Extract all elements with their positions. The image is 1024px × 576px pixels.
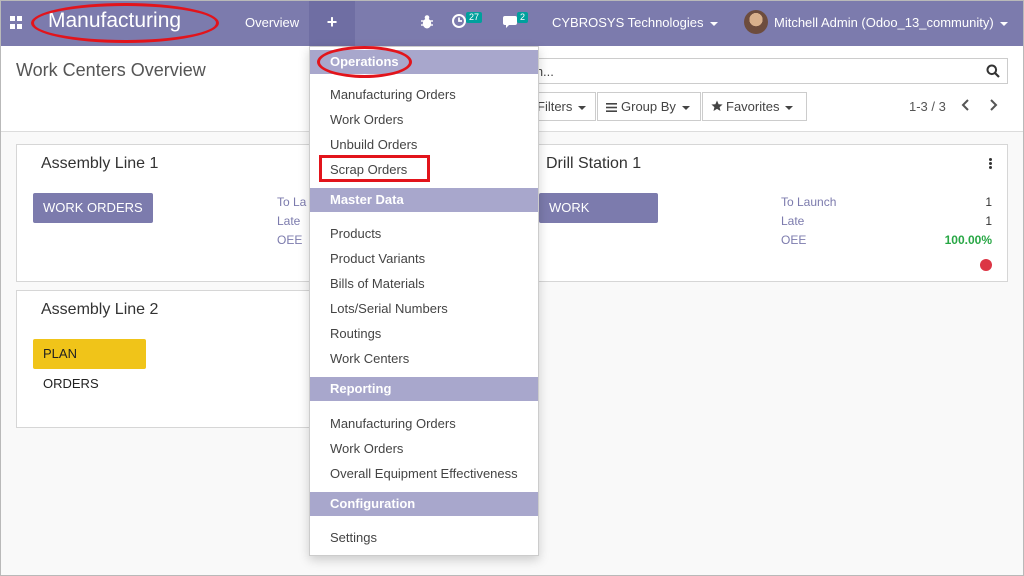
menu-item-products[interactable]: Products xyxy=(330,226,381,241)
menu-item-routings[interactable]: Routings xyxy=(330,326,381,341)
company-name: CYBROSYS Technologies xyxy=(552,15,704,30)
chevron-down-icon xyxy=(578,105,587,110)
menu-item-lots-serial-numbers[interactable]: Lots/Serial Numbers xyxy=(330,301,448,316)
chevron-right-icon[interactable] xyxy=(988,99,998,111)
groupby-label: Group By xyxy=(621,99,676,114)
search-bar xyxy=(520,58,1008,84)
chevron-down-icon xyxy=(681,105,690,110)
menu-item-settings[interactable]: Settings xyxy=(330,530,377,545)
stat-label-late[interactable]: Late xyxy=(781,214,804,228)
menu-item-scrap-orders[interactable]: Scrap Orders xyxy=(330,162,407,177)
nav-menu-plus-button[interactable]: + xyxy=(309,0,355,46)
stat-value-late: 1 xyxy=(985,214,992,228)
page-title: Work Centers Overview xyxy=(16,60,206,80)
search-input[interactable] xyxy=(521,59,961,83)
menu-item-oee[interactable]: Overall Equipment Effectiveness xyxy=(330,466,518,481)
app-menu-dropdown: Operations Manufacturing Orders Work Ord… xyxy=(309,46,539,556)
star-icon xyxy=(711,100,723,111)
menu-item-product-variants[interactable]: Product Variants xyxy=(330,251,425,266)
card-title: Assembly Line 2 xyxy=(41,301,159,318)
user-menu[interactable]: Mitchell Admin (Odoo_13_community) xyxy=(774,15,1008,30)
menu-section-configuration: Configuration xyxy=(310,492,538,516)
main-navbar: Manufacturing Overview + 27 2 CYBROSYS T… xyxy=(0,0,1024,46)
menu-section-reporting: Reporting xyxy=(310,377,538,401)
stat-value-to-launch: 1 xyxy=(985,195,992,209)
menu-item-manufacturing-orders[interactable]: Manufacturing Orders xyxy=(330,87,456,102)
avatar[interactable] xyxy=(744,10,768,34)
message-count-badge: 2 xyxy=(517,12,529,23)
menu-item-unbuild-orders[interactable]: Unbuild Orders xyxy=(330,137,417,152)
apps-grid-icon[interactable] xyxy=(10,16,23,29)
kebab-menu-icon[interactable] xyxy=(989,158,993,170)
plan-orders-button[interactable]: PLAN ORDERS xyxy=(33,339,146,391)
chevron-down-icon xyxy=(709,21,718,26)
nav-overview-link[interactable]: Overview xyxy=(245,15,299,30)
chevron-down-icon xyxy=(999,21,1008,26)
company-switcher[interactable]: CYBROSYS Technologies xyxy=(552,15,718,30)
app-title[interactable]: Manufacturing xyxy=(48,9,181,33)
workcenter-card-assembly-line-1[interactable]: Assembly Line 1 WORK ORDERS To La Late O… xyxy=(16,144,316,282)
search-icon[interactable] xyxy=(986,64,1000,78)
card-title: Drill Station 1 xyxy=(546,155,642,172)
stat-label-to-launch[interactable]: To Launch xyxy=(781,195,836,209)
stat-value-oee: 100.00% xyxy=(944,233,992,247)
list-icon xyxy=(606,103,617,112)
filters-label: Filters xyxy=(537,99,573,114)
pager-value[interactable]: 1-3 / 3 xyxy=(909,99,946,114)
menu-item-reporting-manufacturing-orders[interactable]: Manufacturing Orders xyxy=(330,416,456,431)
menu-item-bills-of-materials[interactable]: Bills of Materials xyxy=(330,276,425,291)
user-name: Mitchell Admin (Odoo_13_community) xyxy=(774,15,994,30)
stat-label-late[interactable]: Late xyxy=(277,214,300,228)
status-indicator xyxy=(980,259,992,271)
stat-label-to-launch[interactable]: To La xyxy=(277,195,306,209)
workcenter-card-assembly-line-2[interactable]: Assembly Line 2 PLAN ORDERS xyxy=(16,290,316,428)
favorites-button[interactable]: Favorites xyxy=(702,92,807,121)
menu-item-reporting-work-orders[interactable]: Work Orders xyxy=(330,441,403,456)
stat-label-oee[interactable]: OEE xyxy=(277,233,302,247)
card-title: Assembly Line 1 xyxy=(41,155,159,172)
menu-item-work-centers[interactable]: Work Centers xyxy=(330,351,409,366)
chevron-left-icon[interactable] xyxy=(961,99,971,111)
menu-section-operations: Operations xyxy=(310,50,538,74)
work-orders-button[interactable]: WORK ORDERS xyxy=(33,193,153,223)
groupby-button[interactable]: Group By xyxy=(597,92,701,121)
menu-section-master-data: Master Data xyxy=(310,188,538,212)
stat-label-oee[interactable]: OEE xyxy=(781,233,806,247)
work-orders-button[interactable]: WORK ORDERS xyxy=(539,193,658,245)
bug-icon[interactable] xyxy=(420,14,434,30)
activity-count-badge: 27 xyxy=(466,12,483,23)
menu-item-work-orders[interactable]: Work Orders xyxy=(330,112,403,127)
workcenter-card-drill-station-1[interactable]: Drill Station 1 WORK ORDERS To Launch 1 … xyxy=(521,144,1008,282)
favorites-label: Favorites xyxy=(726,99,780,114)
chevron-down-icon xyxy=(785,105,794,110)
